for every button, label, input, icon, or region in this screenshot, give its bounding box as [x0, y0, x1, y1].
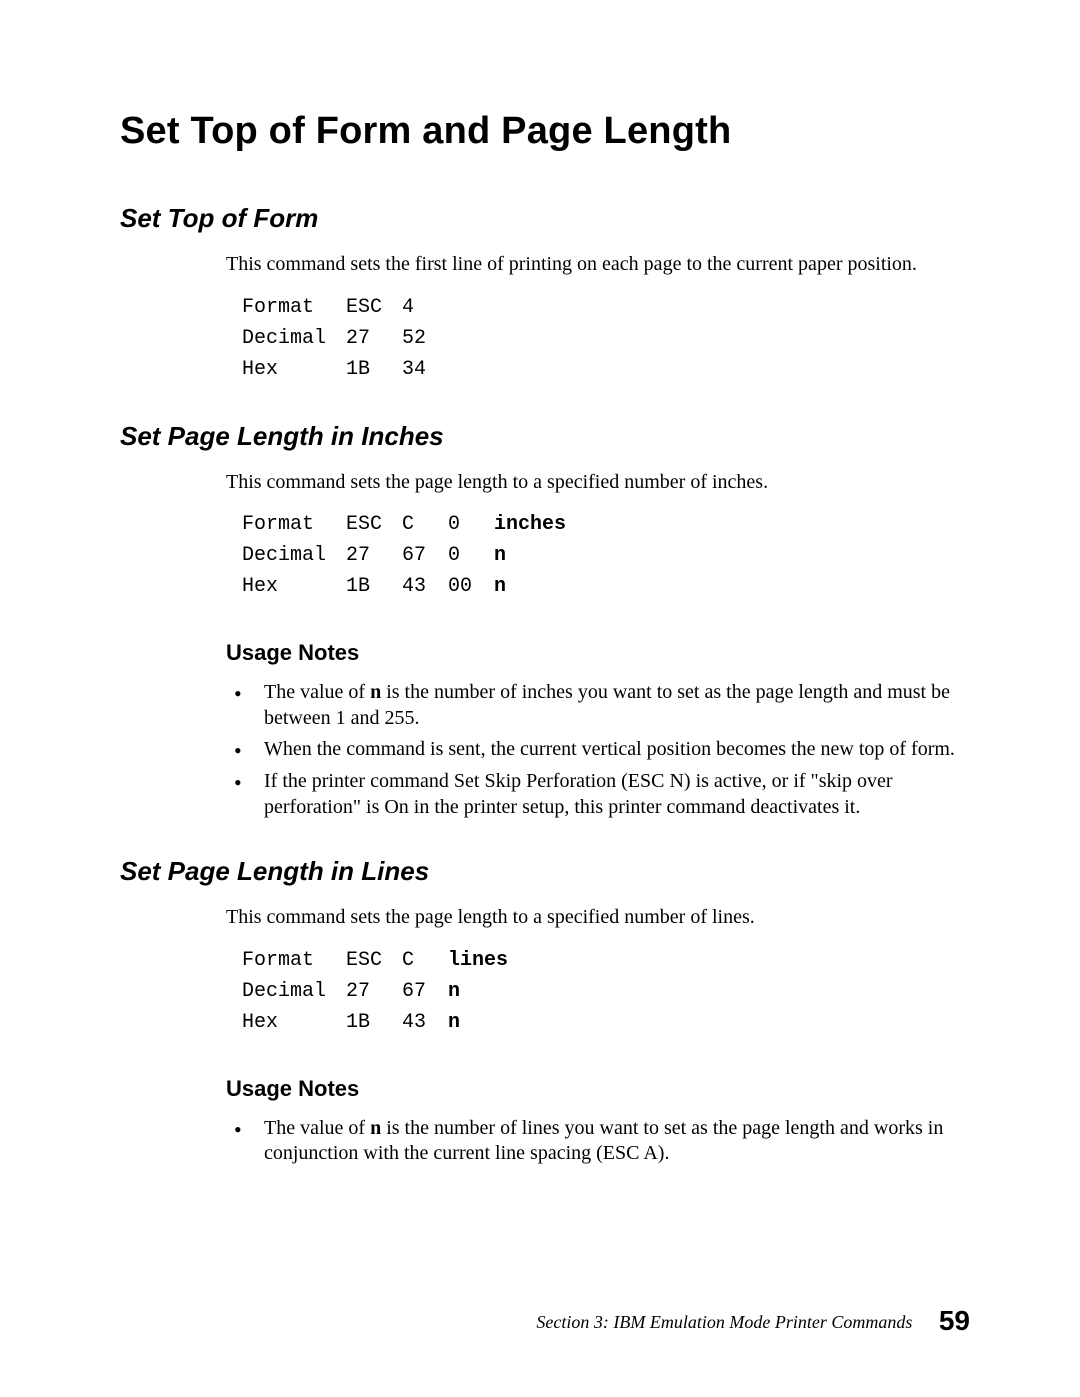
cell: 00	[448, 571, 494, 602]
cell: n	[494, 571, 566, 602]
cell: C	[402, 945, 448, 976]
code-table: Format ESC C 0 inches Decimal 27 67 0 n …	[242, 509, 566, 602]
cell: inches	[494, 509, 566, 540]
cell: Decimal	[242, 976, 346, 1007]
list-item: When the command is sent, the current ve…	[226, 737, 960, 763]
cell: 0	[448, 540, 494, 571]
usage-notes-heading: Usage Notes	[226, 640, 960, 666]
text: The value of	[264, 1117, 370, 1139]
cell: Hex	[242, 1007, 346, 1038]
cell: 0	[448, 509, 494, 540]
usage-notes-list: The value of n is the number of inches y…	[226, 680, 960, 820]
table-row: Format ESC C lines	[242, 945, 508, 976]
cell: Format	[242, 945, 346, 976]
cell: Hex	[242, 354, 346, 385]
table-row: Decimal 27 67 n	[242, 976, 508, 1007]
code-table: Format ESC 4 Decimal 27 52 Hex 1B 34	[242, 292, 448, 385]
cell: Format	[242, 509, 346, 540]
table-row: Hex 1B 43 n	[242, 1007, 508, 1038]
table-row: Decimal 27 67 0 n	[242, 540, 566, 571]
list-item: The value of n is the number of lines yo…	[226, 1116, 960, 1167]
page-number: 59	[939, 1305, 970, 1336]
cell: 43	[402, 1007, 448, 1038]
table-row: Hex 1B 43 00 n	[242, 571, 566, 602]
table-row: Format ESC C 0 inches	[242, 509, 566, 540]
cell: Hex	[242, 571, 346, 602]
cell: n	[448, 976, 508, 1007]
text: The value of	[264, 681, 370, 703]
paragraph: This command sets the page length to a s…	[226, 905, 960, 931]
cell: 52	[402, 323, 448, 354]
list-item: The value of n is the number of inches y…	[226, 680, 960, 731]
cell: 27	[346, 976, 402, 1007]
cell: ESC	[346, 509, 402, 540]
cell: n	[494, 540, 566, 571]
cell: C	[402, 509, 448, 540]
cell: lines	[448, 945, 508, 976]
cell: ESC	[346, 945, 402, 976]
variable-n: n	[370, 681, 381, 703]
table-row: Decimal 27 52	[242, 323, 448, 354]
cell: ESC	[346, 292, 402, 323]
document-page: Set Top of Form and Page Length Set Top …	[0, 0, 1080, 1397]
cell: 27	[346, 540, 402, 571]
table-row: Hex 1B 34	[242, 354, 448, 385]
footer-section-label: Section 3: IBM Emulation Mode Printer Co…	[536, 1312, 912, 1332]
cell: 67	[402, 976, 448, 1007]
section-body: This command sets the page length to a s…	[226, 905, 960, 1167]
cell: n	[448, 1007, 508, 1038]
cell: Format	[242, 292, 346, 323]
section-heading-set-page-length-inches: Set Page Length in Inches	[120, 421, 960, 452]
cell: Decimal	[242, 540, 346, 571]
paragraph: This command sets the first line of prin…	[226, 252, 960, 278]
cell: 1B	[346, 1007, 402, 1038]
cell: 34	[402, 354, 448, 385]
section-body: This command sets the page length to a s…	[226, 470, 960, 821]
usage-notes-heading: Usage Notes	[226, 1076, 960, 1102]
page-footer: Section 3: IBM Emulation Mode Printer Co…	[536, 1305, 970, 1337]
cell: 1B	[346, 571, 402, 602]
cell: 1B	[346, 354, 402, 385]
code-table: Format ESC C lines Decimal 27 67 n Hex 1…	[242, 945, 508, 1038]
cell: 43	[402, 571, 448, 602]
paragraph: This command sets the page length to a s…	[226, 470, 960, 496]
section-heading-set-top-of-form: Set Top of Form	[120, 203, 960, 234]
cell: 4	[402, 292, 448, 323]
section-heading-set-page-length-lines: Set Page Length in Lines	[120, 856, 960, 887]
section-body: This command sets the first line of prin…	[226, 252, 960, 385]
cell: 27	[346, 323, 402, 354]
page-title: Set Top of Form and Page Length	[120, 110, 960, 153]
variable-n: n	[370, 1117, 381, 1139]
list-item: If the printer command Set Skip Perforat…	[226, 769, 960, 820]
cell: Decimal	[242, 323, 346, 354]
cell: 67	[402, 540, 448, 571]
table-row: Format ESC 4	[242, 292, 448, 323]
usage-notes-list: The value of n is the number of lines yo…	[226, 1116, 960, 1167]
